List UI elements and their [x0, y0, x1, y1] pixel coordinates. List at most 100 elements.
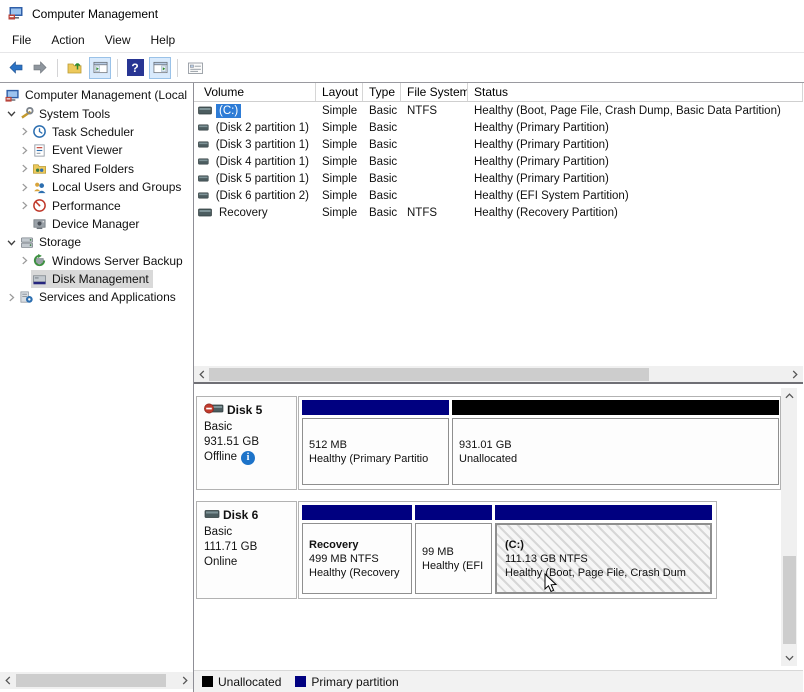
tree-item-performance[interactable]: Performance [0, 196, 193, 214]
export-list-button[interactable] [64, 57, 86, 79]
forward-button[interactable] [29, 57, 51, 79]
disk6-partition-efi[interactable]: 99 MB Healthy (EFI [415, 505, 492, 594]
scroll-up-icon[interactable] [781, 388, 797, 404]
scroll-down-icon[interactable] [781, 650, 797, 666]
tree-item-device-manager[interactable]: Device Manager [0, 215, 193, 233]
scroll-right-icon[interactable] [177, 673, 193, 689]
partition-status: Healthy (Boot, Page File, Crash Dum [505, 566, 708, 580]
scrollbar-thumb[interactable] [783, 556, 796, 644]
tree-item-shared-folders[interactable]: Shared Folders [0, 160, 193, 178]
chevron-right-icon[interactable] [18, 199, 31, 213]
column-header-status[interactable]: Status [468, 83, 803, 101]
volume-layout: Simple [316, 105, 363, 117]
volume-status: Healthy (Primary Partition) [468, 139, 803, 151]
chevron-right-icon[interactable] [5, 290, 18, 304]
disk-type: Basic [204, 420, 296, 435]
table-row[interactable]: (C:) Simple Basic NTFS Healthy (Boot, Pa… [194, 102, 803, 119]
tree-item-computer-management[interactable]: Computer Management (Local [0, 86, 193, 104]
partition-size: 512 MB [309, 438, 446, 452]
disk-status: Offline [204, 450, 237, 465]
volume-status: Healthy (Primary Partition) [468, 156, 803, 168]
table-row[interactable]: Recovery Simple Basic NTFS Healthy (Reco… [194, 204, 803, 221]
local-users-groups-icon [31, 179, 48, 195]
properties-button[interactable] [184, 57, 206, 79]
disk-vertical-scrollbar[interactable] [781, 388, 797, 666]
scroll-left-icon[interactable] [194, 366, 210, 382]
performance-icon [31, 198, 48, 214]
menu-file[interactable]: File [2, 30, 41, 50]
tree-item-label: Windows Server Backup [52, 254, 183, 268]
volume-type: Basic [363, 173, 401, 185]
chevron-right-icon[interactable] [18, 143, 31, 157]
chevron-down-icon[interactable] [5, 107, 18, 121]
info-icon[interactable]: i [241, 451, 255, 465]
disk6-partition-c[interactable]: (C:) 111.13 GB NTFS Healthy (Boot, Page … [495, 505, 712, 594]
chevron-right-icon[interactable] [18, 180, 31, 194]
partition-size: 111.13 GB NTFS [505, 552, 708, 566]
tree-item-local-users-and-groups[interactable]: Local Users and Groups [0, 178, 193, 196]
column-header-type[interactable]: Type [363, 83, 401, 101]
storage-icon [18, 234, 35, 250]
app-icon [8, 5, 25, 24]
tree-item-services-and-applications[interactable]: Services and Applications [0, 288, 193, 306]
disk5-header[interactable]: Disk 5 Basic 931.51 GB Offline i [196, 396, 297, 490]
table-row[interactable]: (Disk 2 partition 1) Simple Basic Health… [194, 119, 803, 136]
scroll-right-icon[interactable] [787, 366, 803, 382]
tree-item-system-tools[interactable]: System Tools [0, 104, 193, 122]
column-header-volume[interactable]: Volume [194, 83, 316, 101]
tree-item-event-viewer[interactable]: Event Viewer [0, 141, 193, 159]
tree-horizontal-scrollbar[interactable] [0, 672, 193, 689]
disk6-header[interactable]: Disk 6 Basic 111.71 GB Online [196, 501, 297, 599]
disk-size: 931.51 GB [204, 435, 296, 450]
menu-action[interactable]: Action [41, 30, 94, 50]
tree-item-label: Storage [39, 235, 81, 249]
disk-graphical-pane: Disk 5 Basic 931.51 GB Offline i 512 MB … [194, 384, 803, 692]
table-row[interactable]: (Disk 3 partition 1) Simple Basic Health… [194, 136, 803, 153]
table-row[interactable]: (Disk 6 partition 2) Simple Basic Health… [194, 187, 803, 204]
partition-color-bar [302, 505, 412, 520]
scroll-left-icon[interactable] [0, 673, 16, 689]
tree-item-disk-management[interactable]: Disk Management [0, 270, 193, 288]
volume-status: Healthy (Primary Partition) [468, 173, 803, 185]
table-row[interactable]: (Disk 4 partition 1) Simple Basic Health… [194, 153, 803, 170]
disk-status: Online [204, 555, 296, 570]
main-area: Computer Management (Local System Tools … [0, 82, 804, 692]
chevron-down-icon[interactable] [5, 235, 18, 249]
menu-help[interactable]: Help [141, 30, 186, 50]
volume-type: Basic [363, 139, 401, 151]
chevron-right-icon[interactable] [18, 254, 31, 268]
volume-layout: Simple [316, 207, 363, 219]
legend-label: Unallocated [218, 675, 281, 689]
tree-item-windows-server-backup[interactable]: Windows Server Backup [0, 252, 193, 270]
show-action-pane-button[interactable] [149, 57, 171, 79]
disk-icon [204, 508, 220, 523]
volume-horizontal-scrollbar[interactable] [194, 366, 803, 382]
tree-item-label: System Tools [39, 107, 110, 121]
column-header-layout[interactable]: Layout [316, 83, 363, 101]
chevron-right-icon[interactable] [18, 162, 31, 176]
partition-size: 99 MB [422, 545, 489, 559]
disk5-partition-1[interactable]: 512 MB Healthy (Primary Partitio [302, 400, 449, 485]
disk6-partition-recovery[interactable]: Recovery 499 MB NTFS Healthy (Recovery [302, 505, 412, 594]
volume-layout: Simple [316, 173, 363, 185]
chevron-right-icon[interactable] [18, 125, 31, 139]
table-row[interactable]: (Disk 5 partition 1) Simple Basic Health… [194, 170, 803, 187]
volume-type: Basic [363, 105, 401, 117]
column-header-file-system[interactable]: File System [401, 83, 468, 101]
show-console-tree-button[interactable] [89, 57, 111, 79]
toolbar-separator [117, 59, 118, 77]
task-scheduler-icon [31, 124, 48, 140]
tree-item-storage[interactable]: Storage [0, 233, 193, 251]
folder-icon [66, 60, 84, 76]
help-button[interactable]: ? [124, 57, 146, 79]
scrollbar-thumb[interactable] [209, 368, 649, 381]
tree-item-task-scheduler[interactable]: Task Scheduler [0, 123, 193, 141]
scrollbar-thumb[interactable] [16, 674, 166, 687]
back-button[interactable] [4, 57, 26, 79]
shared-folders-icon [31, 161, 48, 177]
volume-type: Basic [363, 207, 401, 219]
menu-view[interactable]: View [95, 30, 141, 50]
tree-item-label: Disk Management [52, 272, 149, 286]
primary-partition-swatch [295, 676, 306, 687]
disk5-unallocated[interactable]: 931.01 GB Unallocated [452, 400, 779, 485]
